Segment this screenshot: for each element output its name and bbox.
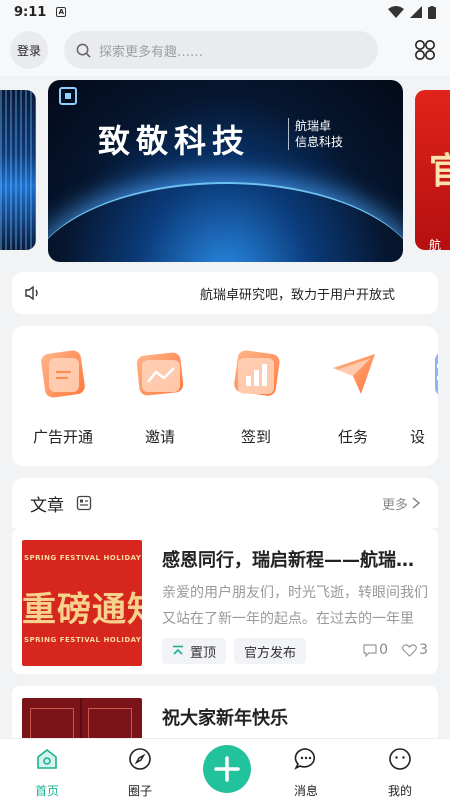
create-post-button[interactable] (203, 745, 251, 793)
send-icon (333, 354, 375, 394)
comment-count-value: 0 (379, 642, 389, 658)
pinned-tag: 置顶 (162, 638, 227, 664)
pinned-tag-label: 置顶 (190, 645, 217, 661)
article-card[interactable]: SPRING FESTIVAL HOLIDAY NOTICE 重磅通知 SPRI… (12, 528, 438, 674)
article-desc: 亲爱的用户朋友们，时光飞逝，转眼间我们又站在了新一年的起点。在过去的一年里 (162, 585, 428, 627)
banner-next-big-text: 官 (429, 151, 450, 192)
login-button[interactable]: 登录 (10, 31, 48, 69)
chat-bubble-icon (294, 748, 316, 770)
quick-action-label: 广告开通 (32, 428, 93, 446)
article-title: 祝大家新年快乐 (162, 708, 288, 729)
banner-earth-glow (48, 182, 403, 262)
chart-line-icon (136, 352, 184, 396)
wifi-icon (388, 6, 404, 18)
banner-brand: 航瑞卓 信息科技 (288, 118, 343, 150)
quick-action-label: 设 (410, 428, 426, 446)
banner-brand-line1: 航瑞卓 (295, 119, 332, 133)
top-bar: 登录 探索更多有趣…… (0, 24, 450, 76)
home-icon (37, 748, 57, 769)
thumb-headline: 重磅通知 (22, 590, 142, 630)
banner-carousel[interactable]: 致敬科技 航瑞卓 信息科技 官 航 (0, 78, 450, 268)
bar-chart-icon (234, 350, 280, 396)
official-tag: 官方发布 (234, 638, 307, 664)
grid-icon (415, 40, 435, 60)
more-articles-button[interactable]: 更多 (382, 494, 420, 513)
quick-action-label: 签到 (240, 428, 271, 446)
bottom-tab-bar: 首页 圈子 消息 我的 (0, 738, 450, 800)
banner-main-slide[interactable]: 致敬科技 航瑞卓 信息科技 (48, 80, 403, 262)
tab-mine-label: 我的 (387, 784, 412, 798)
notification-icon: A (56, 7, 67, 17)
chevron-right-icon (412, 497, 420, 509)
like-count[interactable]: 3 (402, 642, 428, 658)
article-card[interactable]: 祝大家新年快乐 (12, 686, 438, 746)
quick-action-settings[interactable]: 设 (410, 344, 438, 447)
tab-home[interactable]: 首页 (12, 747, 82, 799)
battery-icon (428, 5, 436, 19)
comment-icon (363, 643, 377, 657)
smile-icon (389, 748, 411, 770)
apps-menu-button[interactable] (410, 35, 440, 65)
search-bar[interactable]: 探索更多有趣…… (64, 31, 378, 69)
banner-brand-line2: 信息科技 (295, 135, 344, 149)
article-stats: 0 3 (363, 642, 428, 658)
search-placeholder: 探索更多有趣…… (99, 44, 204, 60)
settings-icon (435, 353, 438, 395)
document-icon (41, 350, 85, 398)
quick-action-task[interactable]: 任务 (314, 344, 392, 447)
status-time: 9:11 (14, 4, 47, 20)
plus-icon (214, 756, 240, 782)
banner-next-slide[interactable]: 官 航 (415, 90, 450, 250)
tab-mine[interactable]: 我的 (365, 747, 435, 799)
tab-circle-label: 圈子 (127, 784, 152, 798)
signal-icon (410, 6, 422, 18)
quick-action-ad[interactable]: 广告开通 (24, 344, 102, 447)
like-count-value: 3 (419, 642, 428, 658)
thumb-stripe-top: SPRING FESTIVAL HOLIDAY NOTICE (24, 554, 142, 562)
notice-bar[interactable]: 航瑞卓研究吧，致力于用户开放式 (12, 272, 438, 314)
articles-title: 文章 (30, 495, 64, 516)
search-icon (76, 43, 91, 58)
quick-actions: 广告开通 邀请 签到 任务 设 (12, 326, 438, 466)
comment-count[interactable]: 0 (363, 642, 388, 658)
tab-circle[interactable]: 圈子 (105, 747, 175, 799)
article-list-icon (76, 495, 92, 511)
compass-icon (129, 748, 151, 770)
quick-action-label: 任务 (337, 428, 368, 446)
article-thumbnail: SPRING FESTIVAL HOLIDAY NOTICE 重磅通知 SPRI… (22, 540, 142, 666)
banner-prev-slide[interactable] (0, 90, 36, 250)
heart-icon (402, 643, 418, 657)
article-title: 感恩同行，瑞启新程——航瑞卓信息科技 (162, 550, 428, 571)
status-bar: 9:11 A (0, 0, 450, 24)
articles-header: 文章 更多 (12, 478, 438, 528)
tab-home-label: 首页 (34, 784, 59, 798)
pin-top-icon (173, 645, 183, 655)
tab-messages-label: 消息 (293, 784, 318, 798)
official-tag-label: 官方发布 (244, 645, 297, 661)
speaker-icon (25, 285, 38, 301)
tab-messages[interactable]: 消息 (271, 747, 341, 799)
more-label: 更多 (381, 497, 408, 513)
quick-action-label: 邀请 (144, 428, 175, 446)
notice-text: 航瑞卓研究吧，致力于用户开放式 (200, 287, 396, 303)
brand-logo-icon (59, 87, 77, 105)
status-icons (388, 5, 436, 19)
quick-action-checkin[interactable]: 签到 (217, 344, 295, 447)
quick-action-invite[interactable]: 邀请 (121, 344, 199, 447)
banner-title: 致敬科技 (98, 122, 251, 160)
login-label: 登录 (16, 43, 41, 58)
thumb-stripe-bottom: SPRING FESTIVAL HOLIDAY NOTICE (24, 636, 142, 644)
banner-next-small-text: 航 (429, 238, 442, 250)
